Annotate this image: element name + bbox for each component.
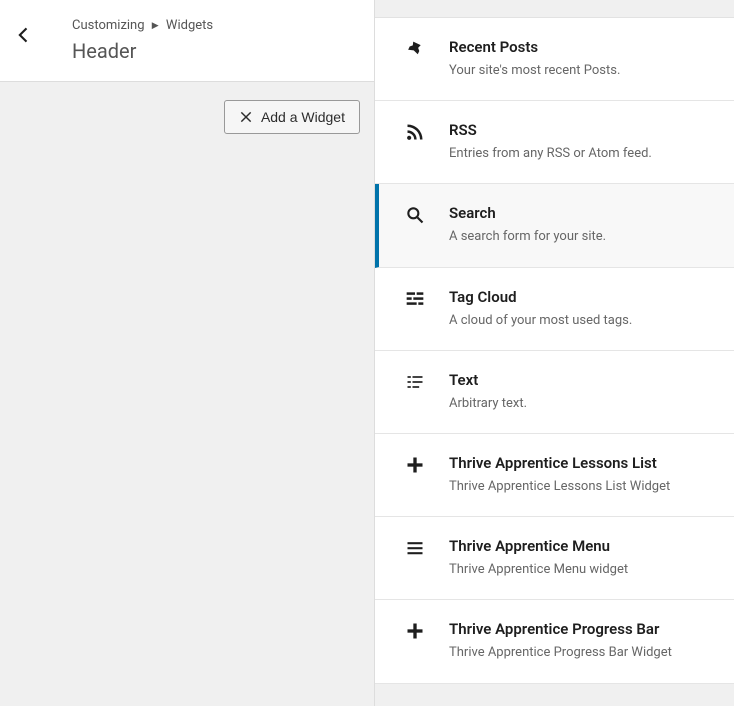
widget-item[interactable]: Tag Cloud A cloud of your most used tags. <box>375 268 734 351</box>
widget-list: Recent Posts Your site's most recent Post… <box>375 18 734 684</box>
widget-text: Tag Cloud A cloud of your most used tags. <box>449 288 714 330</box>
widget-description: Thrive Apprentice Lessons List Widget <box>449 478 714 496</box>
widget-description: A search form for your site. <box>449 228 714 246</box>
widget-text: RSS Entries from any RSS or Atom feed. <box>449 121 714 163</box>
panel-header: Customizing ▶ Widgets Header <box>0 0 374 82</box>
widget-text: Recent Posts Your site's most recent Post… <box>449 38 714 80</box>
widget-description: Thrive Apprentice Menu widget <box>449 561 714 579</box>
widget-item[interactable]: Thrive Apprentice Lessons List Thrive App… <box>375 434 734 517</box>
widget-text: Text Arbitrary text. <box>449 371 714 413</box>
plus-icon <box>403 454 427 475</box>
text-icon <box>403 371 427 392</box>
section-title: Header <box>72 39 362 63</box>
pin-icon <box>403 38 427 59</box>
add-widget-label: Add a Widget <box>261 109 345 125</box>
back-button[interactable] <box>0 0 48 70</box>
widget-title: Thrive Apprentice Menu <box>449 537 714 555</box>
menu-icon <box>403 537 427 558</box>
widget-description: Thrive Apprentice Progress Bar Widget <box>449 644 714 662</box>
close-icon <box>239 110 253 124</box>
breadcrumb-separator-icon: ▶ <box>152 21 159 31</box>
widget-item[interactable]: Text Arbitrary text. <box>375 351 734 434</box>
customizer-panel: Customizing ▶ Widgets Header Add a Widge… <box>0 0 374 706</box>
header-text: Customizing ▶ Widgets Header <box>48 0 374 81</box>
widget-description: Arbitrary text. <box>449 395 714 413</box>
widget-item[interactable]: Thrive Apprentice Progress Bar Thrive App… <box>375 600 734 683</box>
widget-item[interactable]: RSS Entries from any RSS or Atom feed. <box>375 101 734 184</box>
widget-title: Search <box>449 204 714 222</box>
widget-text: Thrive Apprentice Menu Thrive Apprentice … <box>449 537 714 579</box>
widget-title: Text <box>449 371 714 389</box>
widget-title: Tag Cloud <box>449 288 714 306</box>
widget-description: Entries from any RSS or Atom feed. <box>449 145 714 163</box>
breadcrumb: Customizing ▶ Widgets <box>72 18 362 33</box>
widget-description: Your site's most recent Posts. <box>449 62 714 80</box>
widget-text: Search A search form for your site. <box>449 204 714 246</box>
widget-item[interactable]: Search A search form for your site. <box>375 184 734 267</box>
breadcrumb-parent: Customizing <box>72 18 145 33</box>
widget-title: Thrive Apprentice Lessons List <box>449 454 714 472</box>
tagcloud-icon <box>403 288 427 309</box>
search-icon <box>403 204 427 225</box>
chevron-left-icon <box>14 25 34 45</box>
breadcrumb-current: Widgets <box>166 18 213 33</box>
widget-list-panel[interactable]: Recent Posts Your site's most recent Post… <box>374 0 734 706</box>
rss-icon <box>403 121 427 142</box>
widget-title: Recent Posts <box>449 38 714 56</box>
widget-title: Thrive Apprentice Progress Bar <box>449 620 714 638</box>
widget-text: Thrive Apprentice Lessons List Thrive App… <box>449 454 714 496</box>
add-widget-row: Add a Widget <box>0 82 374 152</box>
widget-item[interactable]: Thrive Apprentice Menu Thrive Apprentice … <box>375 517 734 600</box>
add-widget-button[interactable]: Add a Widget <box>224 100 360 134</box>
widget-description: A cloud of your most used tags. <box>449 312 714 330</box>
widget-item[interactable]: Recent Posts Your site's most recent Post… <box>375 18 734 101</box>
panel-spacer <box>375 0 734 18</box>
plus-icon <box>403 620 427 641</box>
widget-title: RSS <box>449 121 714 139</box>
widget-text: Thrive Apprentice Progress Bar Thrive App… <box>449 620 714 662</box>
